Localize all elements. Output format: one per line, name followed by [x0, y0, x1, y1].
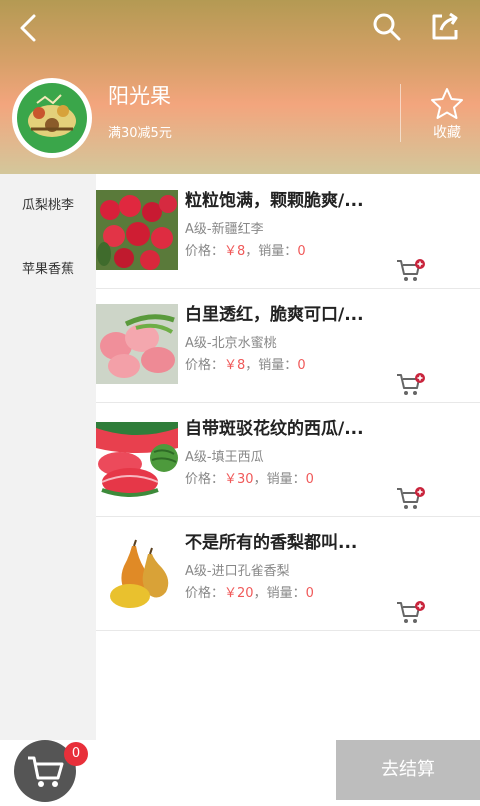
price-label: 价格：: [185, 358, 225, 373]
product-subtitle: A级-进口孔雀香梨: [185, 564, 290, 579]
product-subtitle: A级-填王西瓜: [185, 450, 264, 465]
store-logo: [12, 78, 92, 158]
product-title: 粒粒饱满，颗颗脆爽/...: [185, 191, 364, 211]
favorite-button[interactable]: 收藏: [414, 86, 480, 146]
product-image: [96, 304, 178, 384]
checkout-button[interactable]: 去结算: [336, 740, 480, 800]
sales-label: ，销量：: [245, 244, 298, 259]
divider: [400, 84, 401, 142]
product-price: ￥20: [224, 586, 254, 601]
cart-add-icon[interactable]: [396, 258, 426, 284]
store-header: 阳光果 满30减5元 收藏: [0, 0, 480, 174]
product-item[interactable]: 不是所有的香梨都叫... A级-进口孔雀香梨 价格：￥20，销量：0: [96, 516, 480, 631]
product-price: ￥8: [224, 358, 246, 373]
price-label: 价格：: [185, 586, 225, 601]
back-arrow-icon[interactable]: [14, 10, 44, 46]
price-label: 价格：: [185, 244, 225, 259]
product-meta: 价格：￥20，销量：0: [185, 582, 314, 601]
cart-add-icon[interactable]: [396, 372, 426, 398]
product-sales: 0: [305, 472, 314, 487]
product-sales: 0: [305, 586, 314, 601]
search-icon[interactable]: [370, 10, 404, 44]
price-label: 价格：: [185, 472, 225, 487]
cart-count-badge: 0: [64, 742, 88, 766]
product-item[interactable]: 自带斑驳花纹的西瓜/... A级-填王西瓜 价格：￥30，销量：0: [96, 402, 480, 517]
product-sales: 0: [297, 244, 306, 259]
sales-label: ，销量：: [253, 472, 306, 487]
cart-add-icon[interactable]: [396, 486, 426, 512]
cart-add-icon[interactable]: [396, 600, 426, 626]
product-item[interactable]: 粒粒饱满，颗颗脆爽/... A级-新疆红李 价格：￥8，销量：0: [96, 174, 480, 289]
product-subtitle: A级-新疆红李: [185, 222, 264, 237]
product-meta: 价格：￥30，销量：0: [185, 468, 314, 487]
product-meta: 价格：￥8，销量：0: [185, 240, 306, 259]
product-image: [96, 532, 178, 612]
product-item[interactable]: 白里透红，脆爽可口/... A级-北京水蜜桃 价格：￥8，销量：0: [96, 288, 480, 403]
star-icon: [431, 88, 463, 119]
category-item-1[interactable]: 瓜梨桃李: [0, 194, 96, 213]
product-title: 自带斑驳花纹的西瓜/...: [185, 419, 364, 439]
share-icon[interactable]: [428, 10, 462, 44]
product-sales: 0: [297, 358, 306, 373]
category-sidebar: 瓜梨桃李 苹果香蕉: [0, 174, 96, 740]
product-image: [96, 418, 178, 498]
store-name: 阳光果: [108, 84, 171, 108]
product-meta: 价格：￥8，销量：0: [185, 354, 306, 373]
product-image: [96, 190, 178, 270]
product-title: 不是所有的香梨都叫...: [185, 533, 358, 553]
cart-icon: [28, 756, 64, 787]
category-item-2[interactable]: 苹果香蕉: [0, 258, 96, 277]
product-title: 白里透红，脆爽可口/...: [185, 305, 364, 325]
favorite-label: 收藏: [433, 125, 461, 141]
product-subtitle: A级-北京水蜜桃: [185, 336, 277, 351]
sales-label: ，销量：: [245, 358, 298, 373]
sales-label: ，销量：: [253, 586, 306, 601]
product-price: ￥30: [224, 472, 254, 487]
promo-text: 满30减5元: [108, 126, 172, 141]
product-price: ￥8: [224, 244, 246, 259]
